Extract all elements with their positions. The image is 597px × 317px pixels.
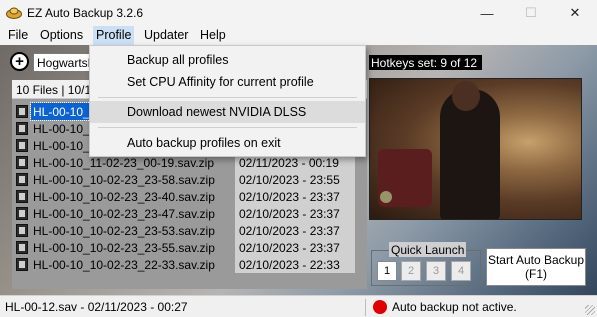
minimize-button[interactable]: — (465, 0, 509, 26)
zip-file-icon (16, 156, 28, 169)
status-indicator-icon (373, 300, 387, 314)
menu-options[interactable]: Options (37, 28, 86, 42)
menu-help[interactable]: Help (197, 28, 229, 42)
zip-file-icon (16, 241, 28, 254)
auto-backup-status: Auto backup not active. (392, 300, 517, 314)
zip-file-icon (16, 207, 28, 220)
menu-item-set-cpu-affinity[interactable]: Set CPU Affinity for current profile (90, 71, 365, 93)
maximize-button[interactable]: ☐ (509, 0, 553, 26)
game-preview-image (369, 78, 582, 220)
menu-item-download-nvidia-dlss[interactable]: Download newest NVIDIA DLSS (90, 101, 365, 123)
file-date: 02/10/2023 - 23:37 (235, 239, 355, 256)
file-row[interactable]: HL-00-10_10-02-23_23-53.sav.zip 02/10/20… (15, 222, 364, 239)
start-auto-backup-button[interactable]: Start Auto Backup (F1) (486, 248, 586, 286)
app-icon (6, 7, 22, 19)
zip-file-icon (16, 139, 28, 152)
start-auto-backup-hotkey: (F1) (525, 267, 547, 281)
resize-grip[interactable] (585, 305, 595, 315)
close-button[interactable]: ✕ (553, 0, 597, 26)
zip-file-icon (16, 190, 28, 203)
window-title: EZ Auto Backup 3.2.6 (27, 6, 144, 20)
quick-launch-button-2[interactable]: 2 (401, 261, 421, 281)
menu-separator (98, 97, 357, 98)
zip-file-icon (16, 224, 28, 237)
zip-file-icon (16, 122, 28, 135)
menu-separator (98, 127, 357, 128)
menu-file[interactable]: File (5, 28, 31, 42)
file-date: 02/10/2023 - 23:37 (235, 205, 355, 222)
preview-character-head (452, 81, 480, 111)
file-name: HL-00-10_10-02-23_22-33.sav.zip (33, 258, 215, 272)
quick-launch-button-3[interactable]: 3 (426, 261, 446, 281)
file-date: 02/10/2023 - 22:33 (235, 256, 355, 273)
status-bar: HL-00-12.sav - 02/11/2023 - 00:27 Auto b… (0, 295, 597, 317)
file-row[interactable]: HL-00-10_10-02-23_23-40.sav.zip 02/10/20… (15, 188, 364, 205)
file-date: 02/10/2023 - 23:55 (235, 171, 355, 188)
file-date: 02/10/2023 - 23:37 (235, 222, 355, 239)
profile-select[interactable]: HogwartsL (33, 53, 93, 72)
menu-item-backup-all-profiles[interactable]: Backup all profiles (90, 49, 365, 71)
file-row[interactable]: HL-00-10_10-02-23_23-58.sav.zip 02/10/20… (15, 171, 364, 188)
menu-bar: File Options Profile Updater Help (0, 26, 597, 45)
file-date: 02/10/2023 - 23:37 (235, 188, 355, 205)
file-name: HL-00-10_10-02-23_23-53.sav.zip (33, 224, 215, 238)
quick-launch-button-4[interactable]: 4 (451, 261, 471, 281)
title-bar: EZ Auto Backup 3.2.6 — ☐ ✕ (0, 0, 597, 26)
file-row[interactable]: HL-00-10_10-02-23_23-47.sav.zip 02/10/20… (15, 205, 364, 222)
zip-file-icon (16, 105, 28, 118)
quick-launch-title: Quick Launch (389, 242, 467, 257)
menu-profile[interactable]: Profile (93, 26, 135, 45)
menu-updater[interactable]: Updater (141, 28, 191, 42)
profile-menu-dropdown: Backup all profiles Set CPU Affinity for… (89, 45, 366, 157)
file-row[interactable]: HL-00-10_10-02-23_23-55.sav.zip 02/10/20… (15, 239, 364, 256)
menu-item-auto-backup-on-exit[interactable]: Auto backup profiles on exit (90, 132, 365, 154)
preview-minimap (380, 191, 392, 203)
zip-file-icon (16, 173, 28, 186)
add-profile-button[interactable]: + (10, 52, 29, 71)
hotkeys-status: Hotkeys set: 9 of 12 (369, 55, 482, 70)
quick-launch-button-1[interactable]: 1 (377, 261, 397, 281)
file-row[interactable]: HL-00-10_10-02-23_22-33.sav.zip 02/10/20… (15, 256, 364, 273)
file-name: HL-00-10_10-02-23_23-47.sav.zip (33, 207, 215, 221)
start-auto-backup-label: Start Auto Backup (487, 253, 585, 267)
file-name: HL-00-10_10-02-23_23-55.sav.zip (33, 241, 215, 255)
zip-file-icon (16, 258, 28, 271)
file-name: HL-00-10_10-02-23_23-58.sav.zip (33, 173, 215, 187)
file-name: HL-00-10_10-02-23_23-40.sav.zip (33, 190, 215, 204)
last-save-status: HL-00-12.sav - 02/11/2023 - 00:27 (2, 299, 366, 316)
